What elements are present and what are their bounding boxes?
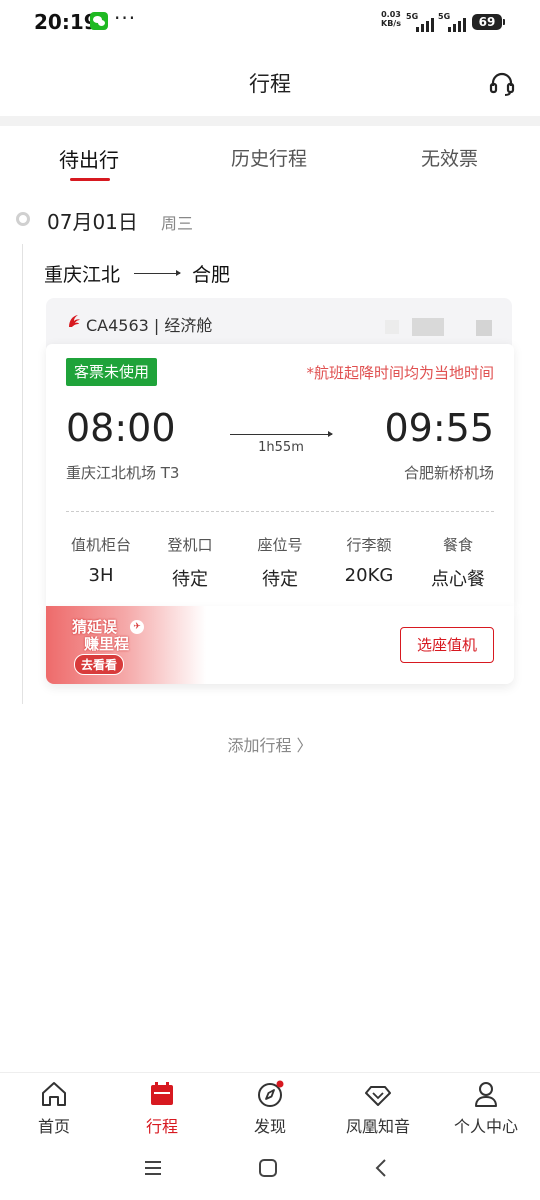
tab-history[interactable]: 历史行程: [231, 144, 307, 171]
status-time: 20:19: [34, 10, 98, 34]
info-label: 餐食: [442, 536, 473, 554]
more-notifications-icon: ···: [114, 6, 137, 30]
info-value: 待定: [172, 569, 208, 590]
flight-duration: 1h55m: [258, 440, 304, 455]
nav-label: 个人中心: [453, 1117, 518, 1136]
info-baggage: 行李额 20KG: [324, 534, 414, 586]
wechat-icon: [90, 12, 108, 30]
blurred-area: [476, 320, 492, 336]
flight-number: CA4563 | 经济舱: [86, 316, 213, 335]
nav-profile[interactable]: 个人中心: [432, 1079, 540, 1137]
info-label: 行李额: [346, 536, 392, 554]
tab-upcoming[interactable]: 待出行: [59, 144, 119, 173]
person-icon: [475, 1082, 497, 1107]
nav-home[interactable]: 首页: [0, 1079, 108, 1137]
nav-discover[interactable]: 发现: [216, 1079, 324, 1137]
departure-time: 08:00: [66, 406, 176, 450]
network-speed-value: 0.03: [381, 10, 401, 19]
status-bar: 20:19 ··· 0.03 KB/s 5G 5G 69: [0, 0, 540, 44]
from-city: 重庆江北: [44, 264, 121, 286]
tab-invalid[interactable]: 无效票: [421, 144, 478, 171]
blurred-area: [412, 318, 444, 336]
info-value: 待定: [262, 569, 298, 590]
info-label: 值机柜台: [70, 536, 131, 554]
trip-tabs: 待出行 历史行程 无效票: [0, 126, 540, 188]
signal-icon: 5G: [438, 12, 466, 32]
menu-icon[interactable]: [141, 1156, 165, 1180]
delay-guess-title: 猜延误 赚里程: [72, 619, 129, 653]
info-value: 3H: [88, 565, 114, 586]
page-header: 行程: [0, 44, 540, 116]
seat-checkin-button[interactable]: 选座值机: [400, 627, 494, 663]
info-label: 登机口: [167, 536, 213, 554]
bottom-nav: 首页 行程 发现 凤凰知音 个人中心: [0, 1072, 540, 1142]
nav-label: 发现: [253, 1117, 286, 1136]
to-city: 合肥: [192, 264, 231, 286]
arrival-time: 09:55: [384, 406, 494, 450]
promo-line2: 赚里程: [84, 635, 130, 653]
signal-icon: 5G: [406, 12, 434, 32]
page-title: 行程: [249, 72, 291, 96]
promo-bar: 猜延误 赚里程 ✈ 去看看 选座值机: [46, 606, 514, 684]
arrival-airport: 合肥新桥机场: [403, 464, 494, 482]
nav-phoenixmiles[interactable]: 凤凰知音: [324, 1079, 432, 1137]
info-checkin-counter: 值机柜台 3H: [56, 534, 146, 586]
info-seat: 座位号 待定: [235, 534, 325, 591]
departure-airport: 重庆江北机场 T3: [66, 464, 180, 482]
diamond-icon: [365, 1086, 391, 1106]
home-icon: [42, 1082, 66, 1106]
trip-date: 07月01日: [47, 210, 138, 234]
flight-card[interactable]: 客票未使用 *航班起降时间均为当地时间 08:00 09:55 1h55m 重庆…: [46, 344, 514, 606]
nav-label: 首页: [37, 1117, 70, 1136]
home-button-icon[interactable]: [256, 1156, 280, 1180]
network-speed: 0.03 KB/s: [381, 10, 401, 28]
route: 重庆江北 合肥: [44, 260, 230, 287]
battery-icon: 69: [472, 14, 505, 30]
info-meal: 餐食 点心餐: [413, 534, 503, 591]
ticket-status-badge: 客票未使用: [66, 358, 158, 386]
route-arrow-icon: [134, 270, 182, 276]
flight-arrow-icon: [230, 431, 333, 437]
trip-weekday: 周三: [161, 214, 194, 233]
headset-icon[interactable]: [488, 70, 516, 98]
compass-icon: [258, 1080, 284, 1107]
nav-trips[interactable]: 行程: [108, 1079, 216, 1137]
nav-label: 行程: [145, 1117, 178, 1136]
nav-label: 凤凰知音: [345, 1117, 410, 1136]
airline-logo-icon: [69, 315, 80, 327]
blurred-area: [385, 320, 399, 334]
active-tab-indicator: [70, 178, 110, 181]
promo-cta-button[interactable]: 去看看: [74, 654, 125, 675]
system-nav-bar: [0, 1142, 540, 1200]
info-gate: 登机口 待定: [145, 534, 235, 591]
timeline-dot: [16, 212, 30, 226]
section-divider: [0, 116, 540, 126]
calendar-icon: [151, 1082, 173, 1105]
info-label: 座位号: [257, 536, 303, 554]
info-value: 20KG: [344, 565, 394, 586]
local-time-note: *航班起降时间均为当地时间: [306, 364, 494, 382]
add-trip-link[interactable]: 添加行程 〉: [0, 732, 540, 756]
info-value: 点心餐: [431, 569, 485, 590]
airline-badge-icon: ✈: [130, 620, 144, 634]
dashed-divider: [66, 511, 494, 512]
back-icon[interactable]: [370, 1156, 394, 1180]
promo-line1: 猜延误: [72, 618, 118, 636]
timeline-line: [22, 244, 23, 704]
network-speed-unit: KB/s: [381, 19, 401, 28]
